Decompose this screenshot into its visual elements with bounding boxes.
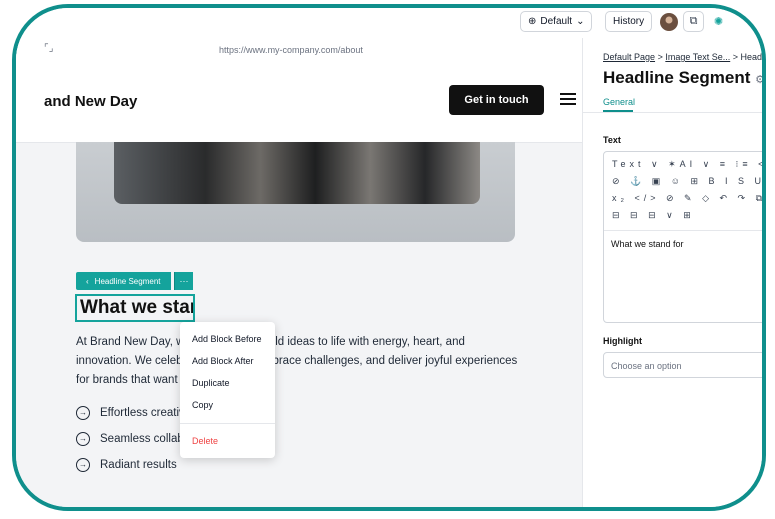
toolbar-row[interactable]: ⊘ ⚓ ▣ ☺ ⊞ B I S U x² — [612, 176, 762, 187]
menu-item-copy[interactable]: Copy — [192, 400, 213, 410]
history-button[interactable]: History — [605, 11, 653, 32]
menu-item-duplicate[interactable]: Duplicate — [192, 378, 230, 388]
arrow-circle-icon: → — [76, 458, 90, 472]
url-text: https://www.my-company.com/about — [219, 45, 363, 55]
gear-icon[interactable]: ⚙ — [755, 74, 762, 86]
sparkle-icon: ✺ — [713, 16, 724, 28]
tab-general[interactable]: General — [603, 97, 635, 107]
feature-item: → Radiant results — [76, 458, 177, 472]
block-tag[interactable]: ‹ Headline Segment — [76, 272, 171, 290]
toolbar-row[interactable]: x₂ </> ⊘ ✎ ◇ ↶ ↷ ⧉ ⧉ ✂ — [612, 193, 762, 204]
page-preview: ⌜⌟ https://www.my-company.com/about and … — [16, 38, 582, 507]
feature-item: → Effortless creativity — [76, 406, 196, 420]
context-menu: Add Block Before Add Block After Duplica… — [180, 322, 275, 458]
external-link-icon: ⧉ — [689, 15, 698, 27]
arrow-circle-icon: → — [76, 406, 90, 420]
top-toolbar: ⊕ Default ⌄ History ⧉ ✺ — [16, 8, 762, 39]
chevron-left-icon: ‹ — [86, 276, 89, 286]
toolbar-row[interactable]: ⊟ ⊟ ⊟ ∨ ⊞ — [612, 210, 695, 221]
menu-item-add-block-before[interactable]: Add Block Before — [192, 334, 262, 344]
site-logo[interactable]: and New Day — [44, 93, 137, 110]
breadcrumb-item[interactable]: Default Page — [603, 52, 655, 62]
toolbar-row[interactable]: Text ∨ ✶AI ∨ ≡ ⁝≡ <> 99 – — [612, 159, 762, 170]
get-in-touch-button[interactable]: Get in touch — [449, 85, 544, 115]
breadcrumb: Default Page > Image Text Se... > Headli — [603, 52, 766, 62]
arrow-circle-icon: → — [76, 432, 90, 446]
language-select[interactable]: ⊕ Default ⌄ — [520, 11, 593, 32]
ai-button[interactable]: ✺ — [708, 11, 729, 32]
hero-image — [76, 142, 515, 242]
menu-item-delete[interactable]: Delete — [192, 436, 218, 446]
properties-panel: Default Page > Image Text Se... > Headli… — [582, 38, 766, 507]
avatar[interactable] — [658, 11, 679, 32]
breadcrumb-item: Headli — [740, 52, 766, 62]
menu-item-add-block-after[interactable]: Add Block After — [192, 356, 254, 366]
breadcrumb-item[interactable]: Image Text Se... — [665, 52, 730, 62]
panel-title: Headline Segment ⚙ ··· — [603, 68, 765, 87]
rich-text-editor[interactable]: Text ∨ ✶AI ∨ ≡ ⁝≡ <> 99 – ⊘ ⚓ ▣ ☺ ⊞ B I … — [603, 151, 762, 323]
divider — [583, 112, 762, 113]
avatar-icon — [659, 12, 678, 31]
globe-icon: ⊕ — [528, 16, 537, 27]
menu-divider — [180, 423, 275, 424]
highlight-select[interactable]: Choose an option — [603, 352, 762, 378]
editor-toolbar: Text ∨ ✶AI ∨ ≡ ⁝≡ <> 99 – ⊘ ⚓ ▣ ☺ ⊞ B I … — [604, 152, 762, 231]
site-header: and New Day Get in touch — [16, 62, 582, 143]
headline[interactable]: What we stand for — [75, 294, 195, 322]
block-more-button[interactable]: ··· — [174, 272, 193, 290]
external-link-button[interactable]: ⧉ — [683, 11, 704, 32]
chevron-down-icon: ⌄ — [576, 16, 585, 27]
highlight-label: Highlight — [603, 336, 642, 346]
text-label: Text — [603, 135, 621, 145]
paragraph-line: innovation. We celebrate creativity, emb… — [76, 355, 518, 367]
rounded-frame: ⊕ Default ⌄ History ⧉ ✺ ⌜⌟ https://www.m… — [12, 4, 766, 511]
editor-content[interactable]: What we stand for — [611, 239, 684, 249]
url-bar: ⌜⌟ https://www.my-company.com/about — [16, 38, 582, 63]
hamburger-menu-icon[interactable] — [560, 93, 576, 105]
